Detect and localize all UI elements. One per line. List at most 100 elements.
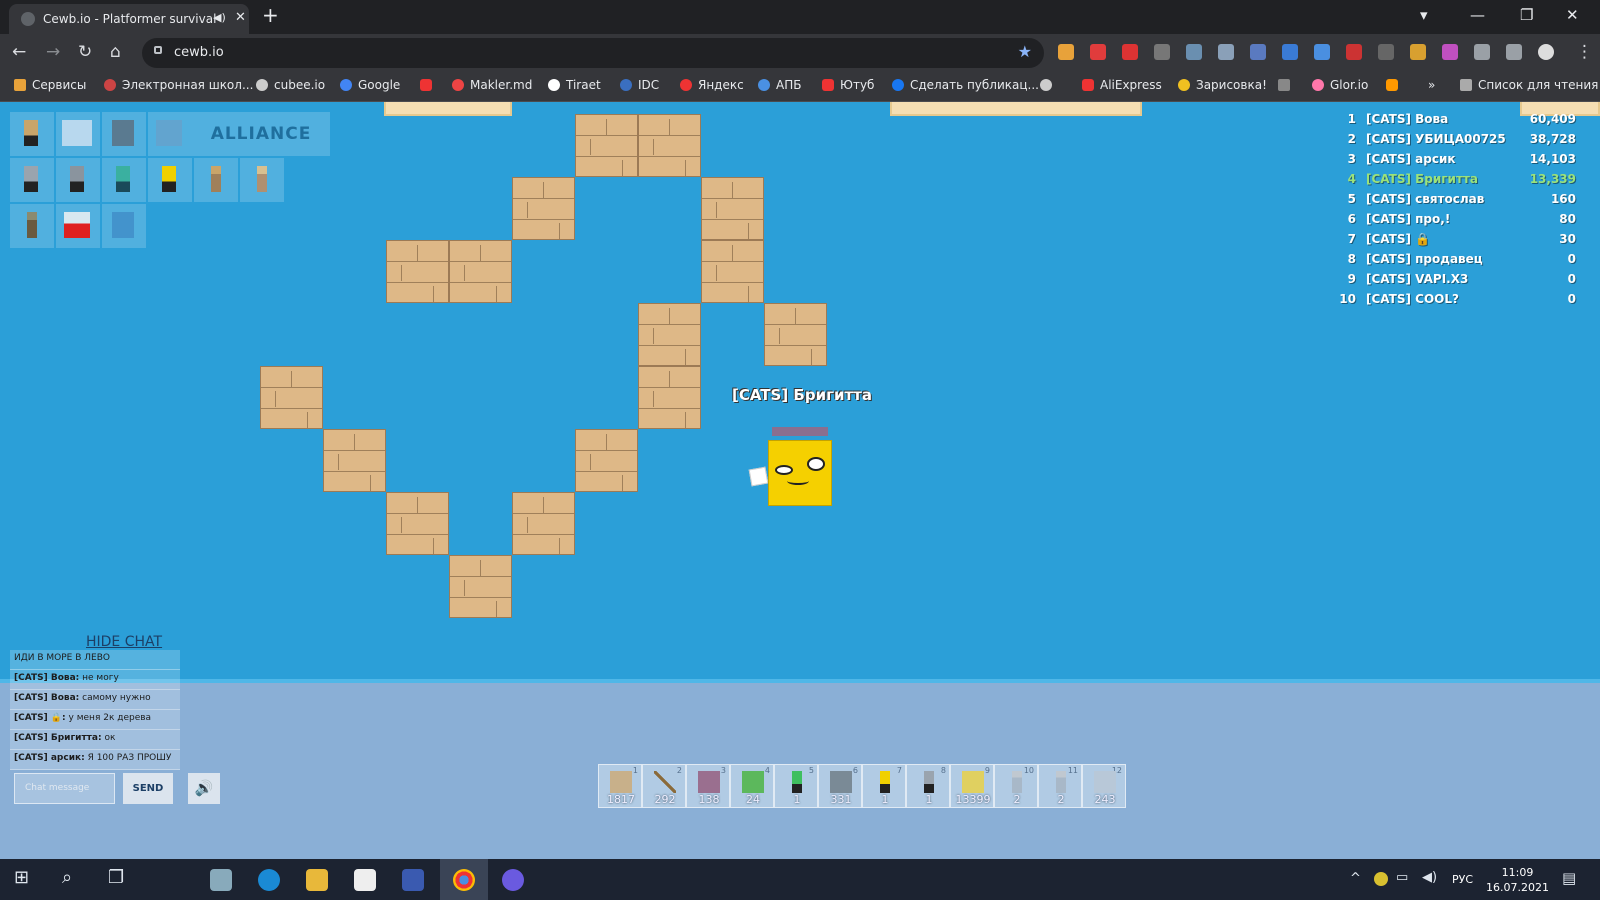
- chrome-icon[interactable]: [453, 869, 475, 891]
- media-control-icon[interactable]: [1506, 44, 1522, 60]
- craft-slot[interactable]: [102, 204, 146, 248]
- door-icon: [112, 120, 134, 146]
- bookmark-item[interactable]: Glor.io: [1312, 78, 1368, 92]
- tab-close-icon[interactable]: ✕: [235, 10, 246, 25]
- tab-audio-icon[interactable]: ◀): [213, 11, 226, 24]
- craft-slot[interactable]: [148, 112, 192, 156]
- bookmark-item[interactable]: Google: [340, 78, 400, 92]
- game-canvas[interactable]: ALLIANCE 1 [CATS] Вова 60,409 2 [CATS] УБИЦ…: [0, 102, 1600, 859]
- discord-icon[interactable]: [502, 869, 524, 891]
- bookmark-item[interactable]: [420, 78, 438, 92]
- extension-icon[interactable]: [1378, 44, 1394, 60]
- network-icon[interactable]: ▭: [1396, 870, 1408, 885]
- bookmark-item[interactable]: Сделать публикац...: [892, 78, 1039, 92]
- bookmark-item[interactable]: [1386, 78, 1404, 92]
- hotbar-slot[interactable]: 71: [862, 764, 906, 808]
- reload-icon[interactable]: ↻: [78, 42, 92, 62]
- bookmark-item[interactable]: cubee.io: [256, 78, 325, 92]
- hotbar-slot[interactable]: 12 243: [1082, 764, 1126, 808]
- bookmark-item[interactable]: IDC: [620, 78, 659, 92]
- bookmark-item[interactable]: АПБ: [758, 78, 801, 92]
- extension-icon[interactable]: [1346, 44, 1362, 60]
- craft-slot[interactable]: [148, 158, 192, 202]
- craft-slot[interactable]: [10, 112, 54, 156]
- menu-kebab-icon[interactable]: ⋮: [1576, 42, 1593, 62]
- forward-icon[interactable]: →: [46, 42, 60, 62]
- chat-input[interactable]: Chat message: [14, 773, 115, 804]
- address-bar[interactable]: cewb.io ★: [142, 38, 1044, 68]
- folder-icon[interactable]: [306, 869, 328, 891]
- extension-icon[interactable]: [1186, 44, 1202, 60]
- notifications-icon[interactable]: ▤: [1562, 869, 1576, 887]
- bookmark-item[interactable]: Сервисы: [14, 78, 86, 92]
- windows-start-icon[interactable]: ⊞: [14, 867, 29, 888]
- new-tab-icon[interactable]: +: [262, 3, 279, 27]
- craft-slot[interactable]: [102, 112, 146, 156]
- hotbar-slot[interactable]: 4 24: [730, 764, 774, 808]
- craft-slot[interactable]: [56, 112, 100, 156]
- hotbar-slot[interactable]: 6 331: [818, 764, 862, 808]
- store-icon[interactable]: [354, 869, 376, 891]
- bookmark-item[interactable]: Ютуб: [822, 78, 874, 92]
- hotbar-slot[interactable]: 1 1817: [598, 764, 642, 808]
- bookmark-item[interactable]: Яндекс: [680, 78, 744, 92]
- reading-list[interactable]: Список для чтения: [1460, 78, 1598, 92]
- extension-icon[interactable]: [1090, 44, 1106, 60]
- extension-icon[interactable]: [1250, 44, 1266, 60]
- alliance-button[interactable]: ALLIANCE: [192, 112, 330, 156]
- back-icon[interactable]: ←: [12, 42, 26, 62]
- search-icon[interactable]: ⌕: [62, 867, 72, 888]
- bookmark-item[interactable]: Makler.md: [452, 78, 532, 92]
- avatar[interactable]: [1538, 44, 1554, 60]
- craft-slot[interactable]: [56, 158, 100, 202]
- extension-icon[interactable]: [1218, 44, 1234, 60]
- bookmark-star-icon[interactable]: ★: [1018, 42, 1032, 61]
- hotbar-slot[interactable]: 3 138: [686, 764, 730, 808]
- task-view-icon[interactable]: ❐: [108, 867, 124, 888]
- craft-slot[interactable]: [10, 204, 54, 248]
- restore-icon[interactable]: ❐: [1520, 6, 1533, 24]
- hotbar-slot[interactable]: 51: [774, 764, 818, 808]
- extension-icon[interactable]: [1154, 44, 1170, 60]
- hotbar-slot[interactable]: 81: [906, 764, 950, 808]
- craft-slot[interactable]: [56, 204, 100, 248]
- language-indicator[interactable]: РУС: [1452, 873, 1473, 886]
- hide-chat-link[interactable]: HIDE CHAT: [86, 634, 162, 650]
- bookmark-item[interactable]: [1040, 78, 1058, 92]
- home-icon[interactable]: ⌂: [110, 42, 121, 62]
- edge-icon[interactable]: [258, 869, 280, 891]
- craft-slot[interactable]: [10, 158, 54, 202]
- bookmark-item[interactable]: Электронная школ...: [104, 78, 253, 92]
- hotbar-slot[interactable]: 9 13399: [950, 764, 994, 808]
- hotbar-slot[interactable]: 11 2: [1038, 764, 1082, 808]
- close-window-icon[interactable]: ✕: [1566, 6, 1579, 24]
- craft-slot[interactable]: [102, 158, 146, 202]
- extension-icon[interactable]: [1282, 44, 1298, 60]
- craft-slot[interactable]: [240, 158, 284, 202]
- craft-slot[interactable]: [194, 158, 238, 202]
- save-app-icon[interactable]: [402, 869, 424, 891]
- hotbar-slot[interactable]: 2 292: [642, 764, 686, 808]
- extension-icon[interactable]: [1442, 44, 1458, 60]
- extension-icon[interactable]: [1058, 44, 1074, 60]
- bookmark-item[interactable]: [1278, 78, 1296, 92]
- extensions-puzzle-icon[interactable]: [1474, 44, 1490, 60]
- extension-icon[interactable]: [1122, 44, 1138, 60]
- bookmark-item[interactable]: Tiraet: [548, 78, 601, 92]
- bookmarks-overflow[interactable]: »: [1428, 78, 1435, 92]
- hotbar-slot[interactable]: 10 2: [994, 764, 1038, 808]
- bookmark-item[interactable]: Зарисовка!: [1178, 78, 1267, 92]
- extension-icon[interactable]: [1314, 44, 1330, 60]
- app-icon[interactable]: [210, 869, 232, 891]
- tray-app-icon[interactable]: [1374, 872, 1388, 886]
- extension-icon[interactable]: [1410, 44, 1426, 60]
- send-button[interactable]: SEND: [123, 773, 173, 804]
- browser-tab[interactable]: Cewb.io - Platformer survival ◀) ✕: [9, 4, 249, 34]
- minimize-icon[interactable]: —: [1470, 6, 1485, 24]
- clock[interactable]: 11:09 16.07.2021: [1486, 865, 1549, 895]
- bookmark-item[interactable]: AliExpress: [1082, 78, 1162, 92]
- speaker-icon[interactable]: ◀): [1422, 870, 1437, 885]
- volume-icon[interactable]: 🔊: [188, 773, 220, 804]
- profile-menu-icon[interactable]: ▾: [1420, 6, 1428, 24]
- tray-chevron-icon[interactable]: ^: [1350, 871, 1361, 886]
